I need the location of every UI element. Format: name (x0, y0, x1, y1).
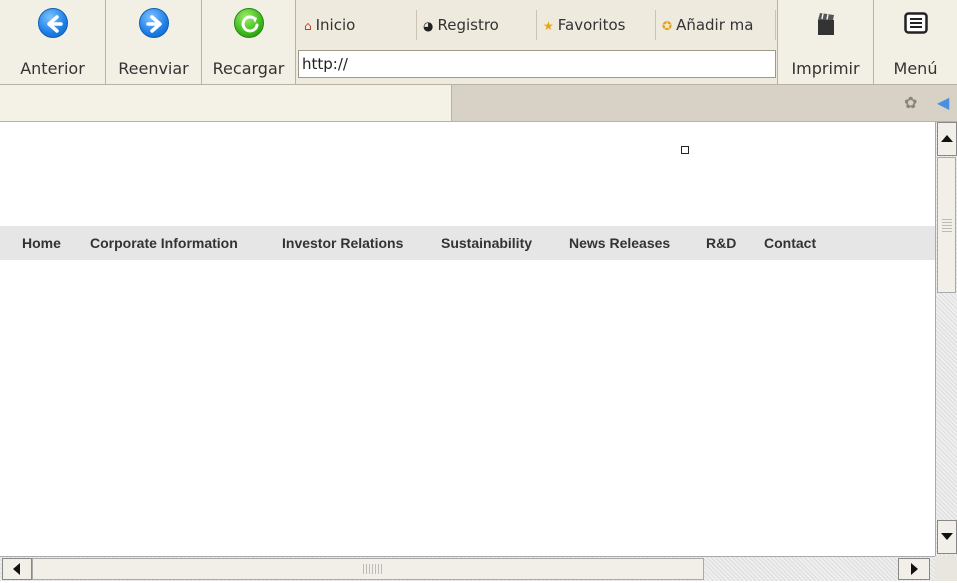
bookmark-add[interactable]: ✪ Añadir ma (656, 10, 776, 40)
nav-corporate-information[interactable]: Corporate Information (90, 226, 238, 260)
bookmark-add-label: Añadir ma (676, 16, 754, 34)
scrollbar-corner (935, 556, 957, 581)
home-icon: ⌂ (304, 19, 312, 33)
arrow-down-icon (941, 533, 953, 540)
scroll-right-button[interactable] (898, 558, 930, 580)
web-page-viewport: Home Corporate Information Investor Rela… (0, 122, 935, 556)
vertical-scroll-thumb[interactable] (937, 157, 956, 293)
print-button[interactable]: Imprimir (777, 0, 874, 84)
back-arrow-icon (37, 8, 68, 38)
print-button-label: Imprimir (791, 59, 860, 78)
arrow-left-icon (13, 563, 20, 575)
nav-news-releases[interactable]: News Releases (569, 226, 670, 260)
add-bookmark-icon: ✪ (662, 19, 673, 33)
thumb-grip-icon (363, 564, 383, 574)
forward-button-label: Reenviar (118, 59, 189, 78)
nav-contact[interactable]: Contact (764, 226, 816, 260)
star-icon: ★ (543, 19, 554, 33)
back-button[interactable]: Anterior (0, 0, 106, 84)
reload-icon (233, 8, 264, 38)
reload-button-label: Recargar (212, 59, 285, 78)
nav-home[interactable]: Home (22, 226, 61, 260)
scroll-up-button[interactable] (937, 122, 957, 156)
tab-active[interactable] (0, 85, 452, 121)
vertical-scrollbar[interactable] (935, 122, 957, 556)
nav-sustainability[interactable]: Sustainability (441, 226, 532, 260)
bookmark-history-label: Registro (437, 16, 499, 34)
reload-button[interactable]: Recargar (202, 0, 296, 84)
loading-spinner-icon: ✿ (904, 93, 918, 112)
tab-strip: ✿ ◀ (0, 85, 957, 122)
bookmark-favorites[interactable]: ★ Favoritos (537, 10, 656, 40)
bookmark-home-label: Inicio (315, 16, 356, 34)
menu-icon (903, 12, 928, 38)
horizontal-scroll-thumb[interactable] (32, 558, 704, 580)
bookmark-history[interactable]: ◕ Registro (417, 10, 537, 40)
back-button-label: Anterior (20, 59, 85, 78)
broken-image-placeholder (681, 146, 689, 154)
scroll-left-button[interactable] (2, 558, 32, 580)
scroll-down-button[interactable] (937, 520, 957, 554)
menu-button-label: Menú (893, 59, 938, 78)
forward-arrow-icon (138, 8, 169, 38)
arrow-up-icon (941, 135, 953, 142)
speaker-icon[interactable]: ◀ (937, 93, 949, 112)
history-icon: ◕ (423, 19, 434, 33)
forward-button[interactable]: Reenviar (106, 0, 202, 84)
arrow-right-icon (911, 563, 918, 575)
nav-investor-relations[interactable]: Investor Relations (282, 226, 403, 260)
address-bar[interactable]: http:// (298, 50, 776, 78)
nav-rnd[interactable]: R&D (706, 226, 736, 260)
clapperboard-icon (815, 12, 837, 40)
menu-button[interactable]: Menú (874, 0, 957, 84)
browser-toolbar: Anterior Reenviar Recargar ⌂ Inicio ◕ Regi… (0, 0, 957, 85)
bookmark-home[interactable]: ⌂ Inicio (298, 10, 417, 40)
bookmark-favorites-label: Favoritos (557, 16, 626, 34)
thumb-grip-icon (942, 218, 952, 232)
site-nav-bar: Home Corporate Information Investor Rela… (0, 226, 935, 260)
horizontal-scrollbar[interactable] (0, 556, 935, 581)
